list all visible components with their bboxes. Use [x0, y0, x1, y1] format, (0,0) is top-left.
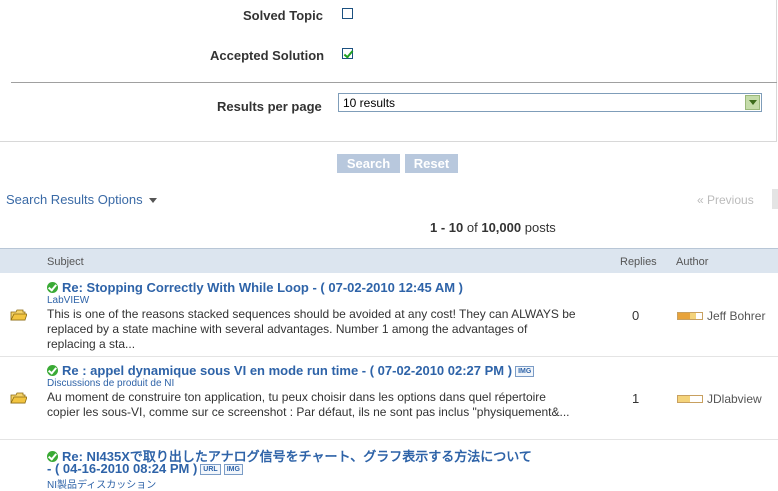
results-per-page-select[interactable]: 10 results — [338, 93, 762, 112]
result-author-link[interactable]: Jeff Bohrer — [707, 309, 765, 323]
accepted-solution-checkbox[interactable] — [342, 48, 353, 59]
solved-topic-label: Solved Topic — [243, 8, 323, 23]
caret-down-icon — [148, 198, 157, 204]
image-attachment-badge: IMG — [223, 464, 243, 475]
previous-page-link[interactable]: « Previous — [697, 193, 754, 207]
result-title-text[interactable]: Re: Stopping Correctly With While Loop -… — [62, 280, 463, 295]
result-title-text[interactable]: - ( 04-16-2010 08:24 PM ) — [47, 461, 197, 476]
accepted-solution-label: Accepted Solution — [210, 48, 325, 63]
table-row: Re: NI435Xで取り出したアナログ信号をチャート、グラフ表示する方法につい… — [0, 440, 778, 491]
user-rank-icon — [677, 395, 703, 403]
result-board-link[interactable]: LabVIEW — [47, 295, 89, 306]
search-results-options-menu[interactable]: Search Results Options — [6, 192, 157, 207]
search-results-options-label: Search Results Options — [6, 192, 143, 207]
form-divider — [11, 82, 777, 83]
result-board-link[interactable]: Discussions de produit de NI — [47, 378, 174, 389]
result-title-text[interactable]: Re : appel dynamique sous VI en mode run… — [62, 363, 512, 378]
column-subject[interactable]: Subject — [47, 256, 84, 268]
solved-topic-checkbox[interactable] — [342, 8, 353, 19]
results-per-page-value: 10 results — [343, 96, 396, 110]
column-author[interactable]: Author — [676, 256, 708, 268]
results-range: 1 - 10 — [430, 220, 464, 235]
rank-segment — [696, 313, 702, 319]
results-total: 10,000 — [481, 220, 522, 235]
result-replies: 0 — [632, 308, 640, 323]
result-replies: 1 — [632, 391, 640, 406]
search-form-panel: Solved Topic Accepted Solution Results p… — [0, 0, 777, 142]
result-title-link[interactable]: Re: Stopping Correctly With While Loop -… — [47, 280, 463, 295]
results-of: of — [466, 220, 478, 235]
folder-open-icon — [10, 309, 27, 321]
result-snippet: Au moment de construire ton application,… — [47, 390, 570, 419]
solved-check-icon — [47, 365, 58, 376]
table-row: Re: Stopping Correctly With While Loop -… — [0, 273, 778, 357]
results-count: 1 - 10 of 10,000 posts — [430, 220, 556, 235]
result-board-link[interactable]: NI製品ディスカッション — [47, 476, 156, 491]
result-title-link[interactable]: Re : appel dynamique sous VI en mode run… — [47, 363, 535, 378]
image-attachment-badge: IMG — [515, 366, 535, 377]
folder-open-icon — [10, 392, 27, 404]
url-attachment-badge: URL — [200, 464, 221, 475]
chevron-down-icon[interactable] — [745, 95, 760, 110]
result-title-link-line2[interactable]: - ( 04-16-2010 08:24 PM ) URL IMG — [47, 461, 243, 476]
result-snippet: This is one of the reasons stacked seque… — [47, 307, 576, 351]
results-table-header: Subject Replies Author — [0, 248, 778, 273]
search-button[interactable]: Search — [337, 154, 400, 173]
reset-button[interactable]: Reset — [405, 154, 458, 173]
solved-check-icon — [47, 282, 58, 293]
column-replies[interactable]: Replies — [620, 256, 657, 268]
next-page-button-edge[interactable] — [772, 189, 778, 209]
results-unit: posts — [524, 220, 556, 235]
user-rank-icon — [677, 312, 703, 320]
rank-segment — [696, 396, 702, 402]
results-per-page-label: Results per page — [217, 99, 322, 114]
table-row: Re : appel dynamique sous VI en mode run… — [0, 356, 778, 440]
result-author-link[interactable]: JDlabview — [707, 392, 762, 406]
